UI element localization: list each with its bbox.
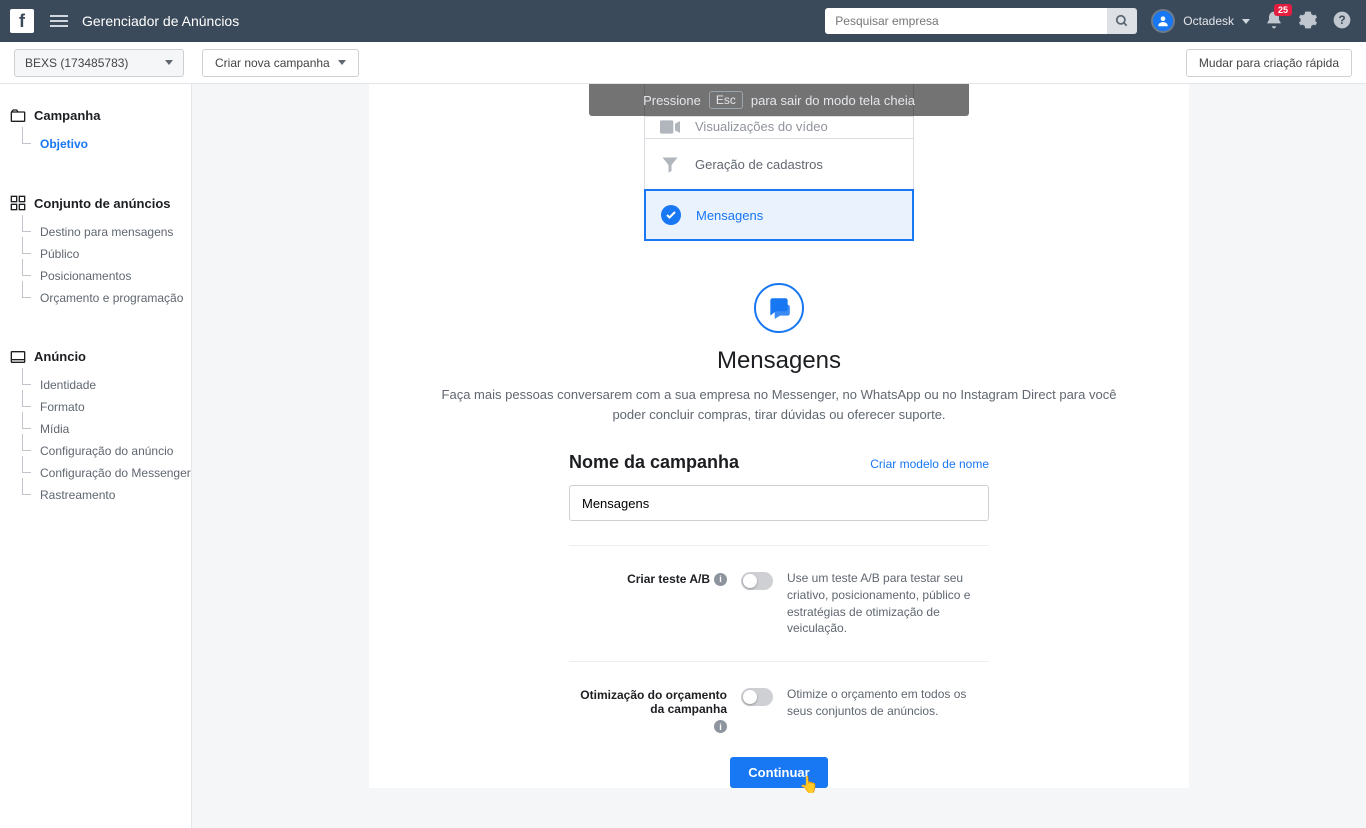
info-icon[interactable]: i bbox=[714, 720, 727, 733]
profile-name: Octadesk bbox=[1183, 14, 1234, 28]
grid-icon bbox=[10, 195, 26, 211]
account-label: BEXS (173485783) bbox=[25, 56, 128, 70]
divider bbox=[569, 661, 989, 662]
switch-creation-mode-button[interactable]: Mudar para criação rápida bbox=[1186, 49, 1352, 77]
create-campaign-label: Criar nova campanha bbox=[215, 56, 330, 70]
funnel-icon bbox=[659, 156, 681, 174]
caret-down-icon bbox=[1242, 19, 1250, 24]
app-title: Gerenciador de Anúncios bbox=[82, 13, 239, 29]
menu-icon[interactable] bbox=[50, 15, 68, 27]
profile-menu[interactable]: Octadesk bbox=[1151, 9, 1250, 33]
objective-messages[interactable]: Mensagens bbox=[644, 189, 914, 241]
divider bbox=[569, 545, 989, 546]
video-icon bbox=[659, 120, 681, 134]
create-campaign-dropdown[interactable]: Criar nova campanha bbox=[202, 49, 359, 77]
budget-optimization-label: Otimização do orçamento da campanha i bbox=[569, 686, 727, 733]
objective-lead-generation[interactable]: Geração de cadastros bbox=[645, 138, 913, 190]
search-input[interactable] bbox=[825, 8, 1107, 34]
caret-down-icon bbox=[338, 60, 346, 65]
create-name-template-link[interactable]: Criar modelo de nome bbox=[870, 457, 989, 471]
help-icon: ? bbox=[1332, 10, 1352, 30]
svg-text:?: ? bbox=[1338, 14, 1345, 27]
sidebar-item-budget-schedule[interactable]: Orçamento e programação bbox=[0, 287, 191, 309]
campaign-name-input[interactable] bbox=[569, 485, 989, 521]
sidebar-item-objective[interactable]: Objetivo bbox=[0, 133, 191, 155]
account-selector[interactable]: BEXS (173485783) bbox=[14, 49, 184, 77]
search-button[interactable] bbox=[1107, 8, 1137, 34]
facebook-logo[interactable]: f bbox=[10, 9, 34, 33]
cursor-icon: 👆 bbox=[799, 775, 819, 795]
budget-optimization-description: Otimize o orçamento em todos os seus con… bbox=[787, 686, 989, 720]
budget-optimization-toggle[interactable] bbox=[741, 688, 773, 706]
ad-icon bbox=[10, 350, 26, 364]
esc-key-label: Esc bbox=[709, 91, 743, 109]
sidebar-item-tracking[interactable]: Rastreamento bbox=[0, 484, 191, 506]
hero-title: Mensagens bbox=[429, 347, 1129, 375]
search-icon bbox=[1115, 14, 1129, 28]
gear-icon bbox=[1298, 10, 1318, 30]
notification-badge: 25 bbox=[1274, 4, 1292, 16]
campaign-name-label: Nome da campanha bbox=[569, 452, 739, 473]
settings-button[interactable] bbox=[1298, 10, 1318, 33]
avatar-icon bbox=[1151, 9, 1175, 33]
caret-down-icon bbox=[165, 60, 173, 65]
search-box bbox=[825, 8, 1137, 34]
info-icon[interactable]: i bbox=[714, 573, 727, 586]
help-button[interactable]: ? bbox=[1332, 10, 1352, 33]
objective-video-views[interactable]: Visualizações do vídeo bbox=[645, 116, 913, 138]
ab-test-label: Criar teste A/B i bbox=[569, 570, 727, 586]
folder-icon bbox=[10, 109, 26, 123]
ab-test-description: Use um teste A/B para testar seu criativ… bbox=[787, 570, 989, 637]
messages-hero-icon bbox=[754, 283, 804, 333]
fullscreen-exit-banner: Pressione Esc para sair do modo tela che… bbox=[589, 84, 969, 116]
notifications-button[interactable]: 25 bbox=[1264, 10, 1284, 33]
hero-description: Faça mais pessoas conversarem com a sua … bbox=[429, 385, 1129, 424]
check-icon bbox=[661, 205, 681, 225]
ab-test-toggle[interactable] bbox=[741, 572, 773, 590]
